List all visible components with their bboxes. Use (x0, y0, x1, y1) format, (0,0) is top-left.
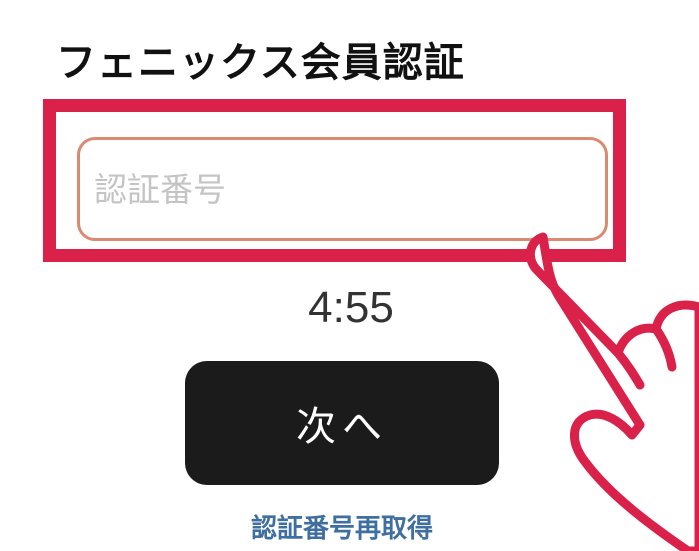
next-button[interactable]: 次へ (185, 361, 499, 485)
countdown-timer: 4:55 (308, 283, 394, 332)
member-auth-page: フェニックス会員認証 4:55 次へ 認証番号再取得 (0, 0, 699, 551)
resend-code-link[interactable]: 認証番号再取得 (200, 508, 484, 545)
verification-code-input[interactable] (77, 137, 608, 241)
pointing-hand-icon (525, 232, 699, 551)
page-title: フェニックス会員認証 (56, 40, 465, 86)
